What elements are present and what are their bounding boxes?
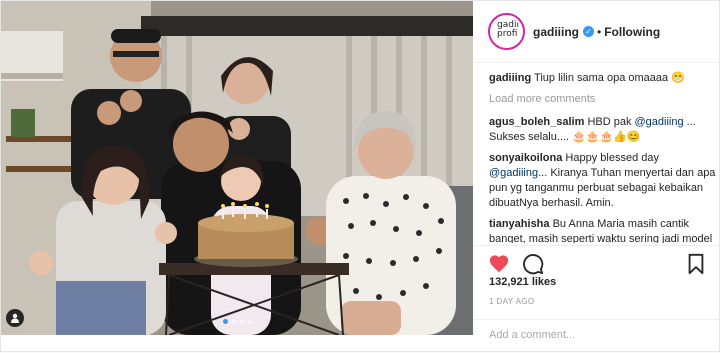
load-more-comments-button[interactable]: Load more comments [489, 92, 717, 107]
post-sidebar: gadii profi gadiiing ✓ • Following gadii… [474, 1, 720, 353]
avatar-image-alt: gadii profi [492, 17, 521, 46]
comment-text: Happy blessed day [565, 152, 659, 164]
post-header: gadii profi gadiiing ✓ • Following [474, 1, 720, 63]
header-username[interactable]: gadiiing [533, 25, 579, 39]
carousel-dot [223, 319, 228, 324]
comment-username[interactable]: sonyaikoilona [489, 152, 562, 164]
comment-mention[interactable]: @gadiiing [635, 116, 684, 128]
avatar[interactable]: gadii profi [488, 13, 525, 50]
list-item: tianyahisha Bu Anna Maria masih cantik b… [489, 217, 717, 243]
action-bar [474, 245, 720, 275]
carousel-dot [247, 319, 252, 324]
like-count[interactable]: 132,921 likes [489, 276, 556, 288]
list-item: sonyaikoilona Happy blessed day @gadiiin… [489, 151, 717, 211]
carousel-dot [231, 319, 236, 324]
post-photo[interactable] [1, 1, 473, 335]
caption-text: Tiup lilin sama opa omaaaa 😁 [534, 72, 685, 84]
bookmark-icon[interactable] [685, 253, 707, 275]
user-tag-icon[interactable] [6, 309, 24, 327]
comment-text: HBD pak [587, 116, 635, 128]
caption-username[interactable]: gadiiing [489, 72, 531, 84]
heart-icon[interactable] [488, 253, 510, 275]
family-birthday-photo [1, 1, 473, 335]
carousel-dot [239, 319, 244, 324]
comment-username[interactable]: tianyahisha [489, 218, 550, 230]
header-separator: • [597, 24, 602, 39]
comments-list: gadiiing Tiup lilin sama opa omaaaa 😁 Lo… [489, 71, 717, 243]
carousel-indicator [223, 319, 252, 324]
post-date[interactable]: 1 DAY AGO [489, 297, 535, 306]
following-button[interactable]: Following [604, 25, 660, 39]
verified-badge-icon: ✓ [583, 26, 594, 37]
add-comment-input[interactable]: Add a comment... [474, 319, 720, 353]
caption: gadiiing Tiup lilin sama opa omaaaa 😁 [489, 71, 717, 86]
comment-username[interactable]: agus_boleh_salim [489, 116, 584, 128]
comment-mention[interactable]: @gadiiing [489, 167, 538, 179]
instagram-post: gadii profi gadiiing ✓ • Following gadii… [0, 0, 720, 352]
list-item: agus_boleh_salim HBD pak @gadiiing ... S… [489, 115, 717, 145]
comment-icon[interactable] [522, 253, 544, 275]
